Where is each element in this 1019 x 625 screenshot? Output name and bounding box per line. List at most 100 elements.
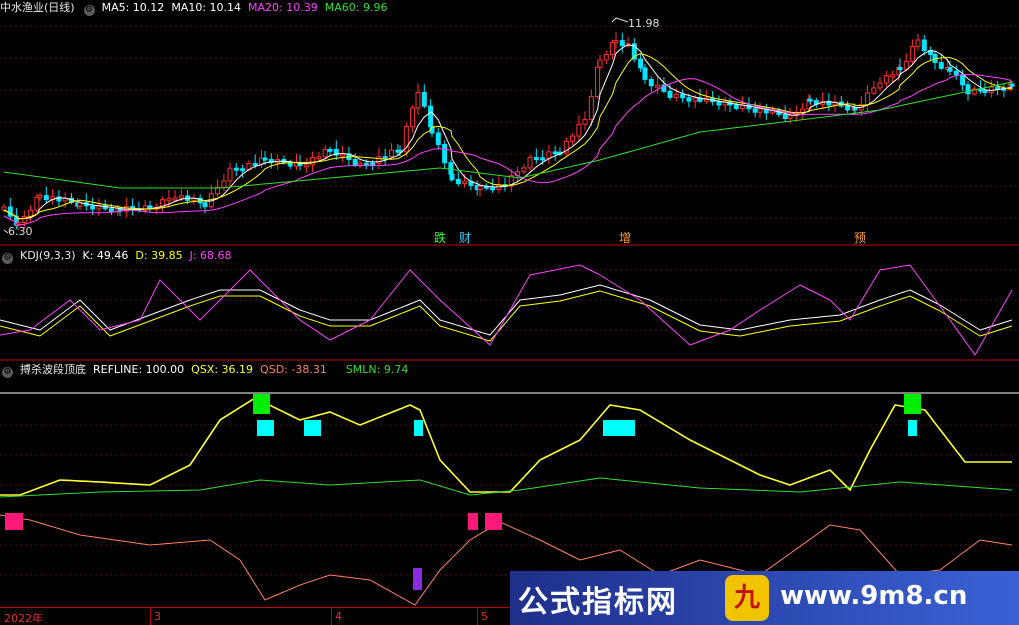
axis-label-march: 3	[154, 610, 161, 623]
candle-body	[435, 132, 441, 146]
ma60-value: MA60: 9.96	[324, 1, 388, 14]
candle-body	[370, 162, 376, 166]
candle-body	[782, 113, 788, 120]
candle-body	[890, 74, 896, 78]
candle-body	[733, 104, 739, 109]
candle-body	[915, 39, 921, 48]
chart-canvas[interactable]	[0, 0, 1019, 607]
candle-body	[1009, 83, 1015, 87]
candle-body	[376, 156, 382, 164]
candle-body	[877, 82, 883, 89]
candle-body	[322, 148, 328, 158]
kdj-k-value: K: 49.46	[82, 249, 129, 262]
candle-body	[7, 206, 13, 217]
candle-body	[757, 108, 763, 113]
candle-body	[540, 157, 546, 161]
candle-body	[227, 167, 233, 182]
candle-body	[883, 75, 889, 84]
candle-body	[533, 157, 539, 161]
wave-signal-marker	[603, 420, 635, 436]
settings-gear-icon[interactable]: ⚙	[83, 5, 95, 16]
candle-body	[357, 162, 363, 166]
candle-body	[871, 87, 877, 94]
kdj-j-line	[0, 264, 1013, 356]
candle-body	[363, 162, 369, 166]
smln-line	[0, 477, 1013, 498]
kdj-d-value: D: 39.85	[135, 249, 183, 262]
watermark-logo-icon: 九	[725, 575, 769, 621]
candle-body	[638, 58, 644, 69]
smln-value: SMLN: 9.74	[345, 363, 409, 376]
candle-body	[240, 168, 246, 172]
candle-body	[521, 167, 527, 173]
candle-body	[982, 90, 988, 94]
candle-body	[597, 59, 603, 68]
candle-body	[692, 97, 698, 102]
candle-body	[455, 178, 461, 185]
event-marker-increase[interactable]: 增	[618, 231, 632, 245]
top-signal-marker	[904, 394, 921, 414]
candle-body	[34, 196, 40, 211]
axis-tick	[150, 608, 151, 625]
candle-body	[576, 123, 582, 137]
candle-body	[680, 93, 686, 99]
candle-body	[202, 202, 208, 208]
candle-body	[845, 105, 851, 111]
candle-body	[903, 60, 909, 70]
candle-body	[965, 84, 971, 95]
candle-body	[570, 135, 576, 142]
watermark-url: www.9m8.cn	[780, 581, 968, 611]
candle-body	[389, 149, 394, 158]
candle-body	[686, 97, 692, 102]
candle-body	[527, 157, 533, 169]
candle-body	[988, 86, 994, 93]
top-signal-marker	[253, 394, 270, 414]
candle-body	[109, 208, 114, 213]
candle-body	[897, 67, 903, 71]
event-marker-fall[interactable]: 跌	[433, 231, 447, 245]
candle-body	[752, 108, 758, 113]
candle-body	[172, 197, 178, 201]
candle-body	[28, 209, 34, 217]
indicator-settings-icon[interactable]: ⚙	[2, 367, 13, 378]
event-marker-finance[interactable]: 财	[458, 231, 472, 245]
candle-body	[252, 162, 258, 166]
candle-body	[655, 84, 661, 88]
purple-signal-marker	[413, 568, 422, 590]
candle-body	[716, 101, 722, 106]
candle-body	[960, 74, 966, 86]
candle-body	[142, 205, 148, 212]
candle-body	[642, 67, 648, 80]
candle-body	[340, 153, 346, 157]
kdj-k-line	[0, 284, 1013, 336]
ma5-line	[3, 44, 1013, 220]
candle-body	[178, 195, 184, 199]
wave-signal-marker	[304, 420, 321, 436]
candle-body	[807, 98, 813, 102]
candle-body	[865, 92, 871, 106]
candle-body	[421, 91, 427, 107]
candle-body	[921, 39, 927, 52]
candle-body	[310, 157, 316, 166]
candle-body	[546, 151, 552, 159]
candle-body	[166, 198, 172, 202]
axis-tick	[477, 608, 478, 625]
candle-body	[595, 66, 601, 98]
stock-chart-window: 中水渔业(日线) ⚙ MA5: 10.12 MA10: 10.14 MA20: 10.3…	[0, 0, 1019, 625]
high-pointer	[611, 17, 629, 23]
indicator-panel-header: ⚙ 搏杀波段顶底 REFLINE: 100.00 QSX: 36.19 QSD: -38…	[0, 362, 415, 378]
axis-label-may: 5	[481, 610, 488, 623]
kdj-j-value: J: 68.68	[189, 249, 232, 262]
event-marker-forecast[interactable]: 预	[853, 231, 867, 245]
wave-signal-marker	[908, 420, 917, 436]
ma10-line	[3, 53, 1013, 220]
kdj-settings-icon[interactable]: ⚙	[2, 253, 13, 264]
candle-body	[221, 180, 227, 188]
candle-body	[1, 206, 7, 211]
candle-body	[21, 215, 27, 224]
low-price-label: 6.30	[8, 225, 33, 238]
candle-body	[582, 118, 588, 125]
candle-body	[588, 96, 594, 120]
candle-body	[233, 167, 239, 171]
candle-body	[673, 93, 679, 98]
